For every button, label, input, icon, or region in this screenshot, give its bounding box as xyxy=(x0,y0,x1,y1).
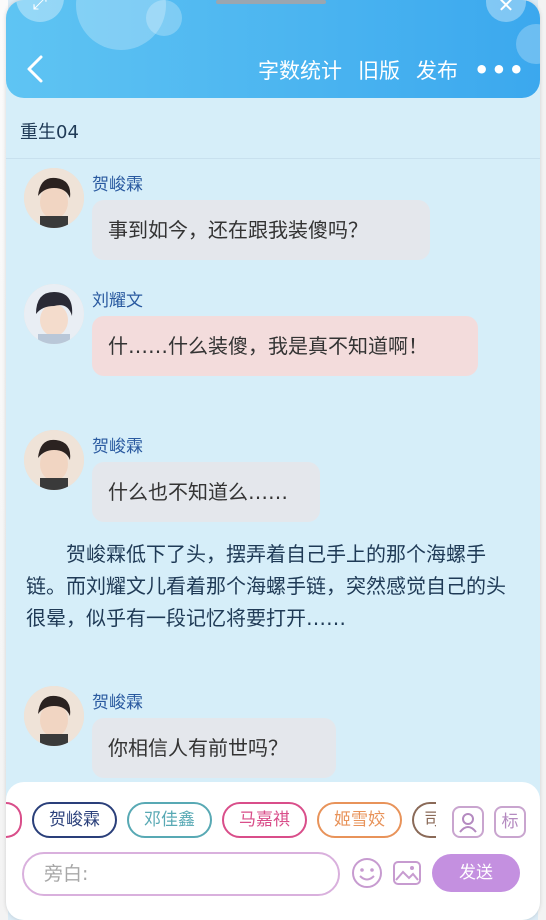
character-chip[interactable]: 马嘉祺 xyxy=(222,802,307,838)
composer-panel: 贺峻霖 邓佳鑫 马嘉祺 姬雪姣 司 标 旁白: xyxy=(6,782,540,920)
speaker-name: 贺峻霖 xyxy=(92,693,143,713)
message-bubble[interactable]: 事到如今，还在跟我装傻吗？ xyxy=(92,200,430,260)
message-bubble[interactable]: 你相信人有前世吗？ xyxy=(92,718,336,778)
avatar[interactable] xyxy=(24,430,84,490)
speaker-name: 贺峻霖 xyxy=(92,437,143,457)
more-menu-button[interactable]: ••• xyxy=(474,56,526,84)
character-chip-partial[interactable] xyxy=(6,802,22,838)
expand-icon[interactable]: ⤢ xyxy=(16,0,64,22)
back-button[interactable] xyxy=(20,50,50,86)
send-button[interactable]: 发送 xyxy=(432,854,520,892)
decor-bubble xyxy=(146,0,182,36)
avatar-portrait-icon xyxy=(24,168,84,228)
divider xyxy=(6,158,540,159)
image-button[interactable] xyxy=(390,856,424,890)
character-chip[interactable]: 司 xyxy=(412,802,436,838)
editor-window: ⤢ ✕ 字数统计 旧版 发布 ••• 重生04 贺峻霖 事到如今，还在跟我装傻吗… xyxy=(6,0,540,920)
avatar-portrait-icon xyxy=(24,686,84,746)
chevron-left-icon xyxy=(27,55,43,83)
message-bubble[interactable]: 什……什么装傻，我是真不知道啊！ xyxy=(92,316,478,376)
header-bar: ⤢ ✕ 字数统计 旧版 发布 ••• xyxy=(6,0,540,98)
avatar[interactable] xyxy=(24,686,84,746)
old-version-button[interactable]: 旧版 xyxy=(358,55,400,85)
avatar-portrait-icon xyxy=(24,430,84,490)
smiley-icon xyxy=(352,858,382,888)
avatar-portrait-icon xyxy=(24,284,84,344)
avatar[interactable] xyxy=(24,168,84,228)
person-card-icon xyxy=(459,813,477,833)
chapter-title[interactable]: 重生04 xyxy=(20,118,79,144)
narration-input[interactable]: 旁白: xyxy=(22,852,340,896)
close-icon[interactable]: ✕ xyxy=(486,0,526,22)
character-chip[interactable]: 贺峻霖 xyxy=(32,802,117,838)
image-icon xyxy=(393,861,421,885)
speaker-name: 贺峻霖 xyxy=(92,175,143,195)
character-chip[interactable]: 邓佳鑫 xyxy=(127,802,212,838)
character-chip-list[interactable]: 贺峻霖 邓佳鑫 马嘉祺 姬雪姣 司 xyxy=(6,802,436,842)
header-actions: 字数统计 旧版 发布 ••• xyxy=(258,52,526,88)
avatar[interactable] xyxy=(24,284,84,344)
tag-button[interactable]: 标 xyxy=(494,806,526,838)
person-card-button[interactable] xyxy=(452,806,484,838)
character-chip[interactable]: 姬雪姣 xyxy=(317,802,402,838)
speaker-name: 刘耀文 xyxy=(92,291,143,311)
publish-button[interactable]: 发布 xyxy=(416,55,458,85)
drag-handle[interactable] xyxy=(216,0,326,4)
narration-paragraph[interactable]: 贺峻霖低下了头，摆弄着自己手上的那个海螺手链。而刘耀文儿看着那个海螺手链，突然感… xyxy=(26,538,524,634)
message-bubble[interactable]: 什么也不知道么…… xyxy=(92,462,320,522)
emoji-button[interactable] xyxy=(350,856,384,890)
word-count-button[interactable]: 字数统计 xyxy=(258,55,342,85)
